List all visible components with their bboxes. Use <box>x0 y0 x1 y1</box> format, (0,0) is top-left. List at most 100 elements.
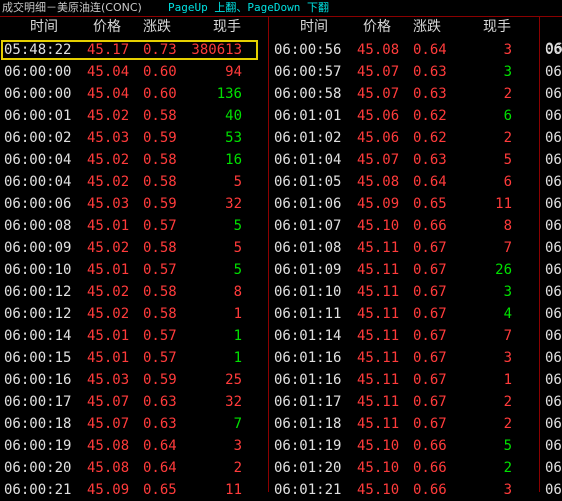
trade-row[interactable]: 06:00:19 45.08 0.64 3 <box>0 435 266 457</box>
trade-price: 45.07 <box>87 416 130 432</box>
trade-row[interactable]: 06:00:08 45.01 0.57 5 <box>0 215 266 237</box>
trade-volume: 32 <box>225 394 242 410</box>
pagedown-key[interactable]: PageDown <box>247 1 300 14</box>
window-title: 成交明细－美原油连(CONC) <box>2 1 142 14</box>
trade-row[interactable]: 06:00:06 45.03 0.59 32 <box>0 193 266 215</box>
trade-change: 0.67 <box>413 350 447 366</box>
header-volume[interactable]: 现手 <box>213 16 241 38</box>
trade-price: 45.04 <box>87 86 130 102</box>
trade-row[interactable]: 06:01:20 45.10 0.66 2 <box>270 457 536 479</box>
trade-change: 0.57 <box>143 350 177 366</box>
trade-row[interactable]: 06:01:02 45.06 0.62 2 <box>270 127 536 149</box>
trade-row[interactable]: 06:00:18 45.07 0.63 7 <box>0 413 266 435</box>
trade-volume: 2 <box>503 130 512 146</box>
trade-row[interactable]: 06:01:18 45.11 0.67 2 <box>270 413 536 435</box>
trade-change: 0.58 <box>143 306 177 322</box>
trade-price: 45.07 <box>357 152 400 168</box>
trade-row[interactable]: 06:00:15 45.01 0.57 1 <box>0 347 266 369</box>
trade-row[interactable]: 06:00:04 45.02 0.58 16 <box>0 149 266 171</box>
trade-row[interactable]: 06:01:10 45.11 0.67 3 <box>270 281 536 303</box>
trade-time: 06:00:21 <box>4 482 72 498</box>
trade-time: 06:00:14 <box>4 328 72 344</box>
trade-row[interactable]: 06:01:19 45.10 0.66 5 <box>270 435 536 457</box>
header-change[interactable]: 涨跌 <box>413 16 441 38</box>
third-column-time-stub: 06 <box>545 42 562 58</box>
third-column-time-stub: 06 <box>545 240 562 256</box>
third-column-time-stub: 06 <box>545 284 562 300</box>
trade-row[interactable]: 06:00:14 45.01 0.57 1 <box>0 325 266 347</box>
trade-row[interactable]: 06:00:09 45.02 0.58 5 <box>0 237 266 259</box>
highlight-box <box>1 40 258 60</box>
trade-volume: 6 <box>503 108 512 124</box>
trade-time: 06:00:00 <box>4 86 72 102</box>
trade-row[interactable]: 06:01:16 45.11 0.67 3 <box>270 347 536 369</box>
trade-volume: 1 <box>233 306 242 322</box>
header-change[interactable]: 涨跌 <box>143 16 171 38</box>
trade-change: 0.63 <box>413 86 447 102</box>
header-time[interactable]: 时间 <box>30 16 58 38</box>
trade-price: 45.07 <box>87 394 130 410</box>
third-column-time-stub: 06 <box>545 108 562 124</box>
trade-row[interactable]: 06:00:00 45.04 0.60 94 <box>0 61 266 83</box>
trade-time: 06:00:02 <box>4 130 72 146</box>
header-time[interactable]: 时间 <box>300 16 328 38</box>
trade-row[interactable]: 06:01:09 45.11 0.67 26 <box>270 259 536 281</box>
trade-row[interactable]: 06:00:12 45.02 0.58 8 <box>0 281 266 303</box>
trade-price: 45.11 <box>357 350 400 366</box>
trade-row[interactable]: 06:00:02 45.03 0.59 53 <box>0 127 266 149</box>
trade-time: 06:00:04 <box>4 174 72 190</box>
trade-change: 0.58 <box>143 152 177 168</box>
trade-row[interactable]: 06:01:04 45.07 0.63 5 <box>270 149 536 171</box>
trade-row[interactable]: 06:00:56 45.08 0.64 3 <box>270 39 536 61</box>
trade-change: 0.63 <box>143 416 177 432</box>
trade-price: 45.01 <box>87 328 130 344</box>
trade-change: 0.64 <box>413 174 447 190</box>
pageup-key[interactable]: PageUp <box>168 1 208 14</box>
header-price[interactable]: 价格 <box>93 16 121 38</box>
header-price[interactable]: 价格 <box>363 16 391 38</box>
pageup-text: 上翻 <box>214 1 237 14</box>
trade-row[interactable]: 06:00:04 45.02 0.58 5 <box>0 171 266 193</box>
trade-row[interactable]: 06:01:16 45.11 0.67 1 <box>270 369 536 391</box>
trade-row[interactable]: 06:00:16 45.03 0.59 25 <box>0 369 266 391</box>
trade-change: 0.65 <box>413 196 447 212</box>
trade-time: 06:00:06 <box>4 196 72 212</box>
trade-row[interactable]: 06:01:01 45.06 0.62 6 <box>270 105 536 127</box>
trade-row[interactable]: 06:01:14 45.11 0.67 7 <box>270 325 536 347</box>
trade-row[interactable]: 06:00:12 45.02 0.58 1 <box>0 303 266 325</box>
trade-volume: 3 <box>503 64 512 80</box>
paging-hint: PageUp 上翻、PageDown 下翻 <box>168 0 329 16</box>
trade-volume: 7 <box>503 240 512 256</box>
trade-volume: 6 <box>503 174 512 190</box>
trade-volume: 94 <box>225 64 242 80</box>
trade-row[interactable]: 06:00:20 45.08 0.64 2 <box>0 457 266 479</box>
trade-row[interactable]: 06:00:00 45.04 0.60 136 <box>0 83 266 105</box>
trade-row[interactable]: 06:01:21 45.10 0.66 3 <box>270 479 536 501</box>
trade-row[interactable]: 06:01:05 45.08 0.64 6 <box>270 171 536 193</box>
header-volume[interactable]: 现手 <box>483 16 511 38</box>
trade-time: 06:00:15 <box>4 350 72 366</box>
trade-time: 06:01:10 <box>274 284 342 300</box>
trade-change: 0.57 <box>143 262 177 278</box>
trade-row[interactable]: 06:01:06 45.09 0.65 11 <box>270 193 536 215</box>
trade-time: 06:01:02 <box>274 130 342 146</box>
trade-row[interactable]: 06:01:07 45.10 0.66 8 <box>270 215 536 237</box>
trade-price: 45.06 <box>357 130 400 146</box>
trade-volume: 3 <box>503 350 512 366</box>
trade-price: 45.02 <box>87 240 130 256</box>
trade-row[interactable]: 06:00:17 45.07 0.63 32 <box>0 391 266 413</box>
trade-row[interactable]: 06:00:01 45.02 0.58 40 <box>0 105 266 127</box>
trade-row[interactable]: 06:01:11 45.11 0.67 4 <box>270 303 536 325</box>
trade-row[interactable]: 06:00:58 45.07 0.63 2 <box>270 83 536 105</box>
pagedown-text: 下翻 <box>306 1 329 14</box>
trade-row[interactable]: 06:01:17 45.11 0.67 2 <box>270 391 536 413</box>
trade-row[interactable]: 06:00:10 45.01 0.57 5 <box>0 259 266 281</box>
trade-price: 45.07 <box>357 86 400 102</box>
trade-row[interactable]: 06:00:21 45.09 0.65 11 <box>0 479 266 501</box>
trade-row[interactable]: 06:00:57 45.07 0.63 3 <box>270 61 536 83</box>
trade-row[interactable]: 06:01:08 45.11 0.67 7 <box>270 237 536 259</box>
column-divider-2 <box>539 16 540 492</box>
trade-change: 0.67 <box>413 328 447 344</box>
trade-price: 45.11 <box>357 306 400 322</box>
trade-time: 06:01:07 <box>274 218 342 234</box>
